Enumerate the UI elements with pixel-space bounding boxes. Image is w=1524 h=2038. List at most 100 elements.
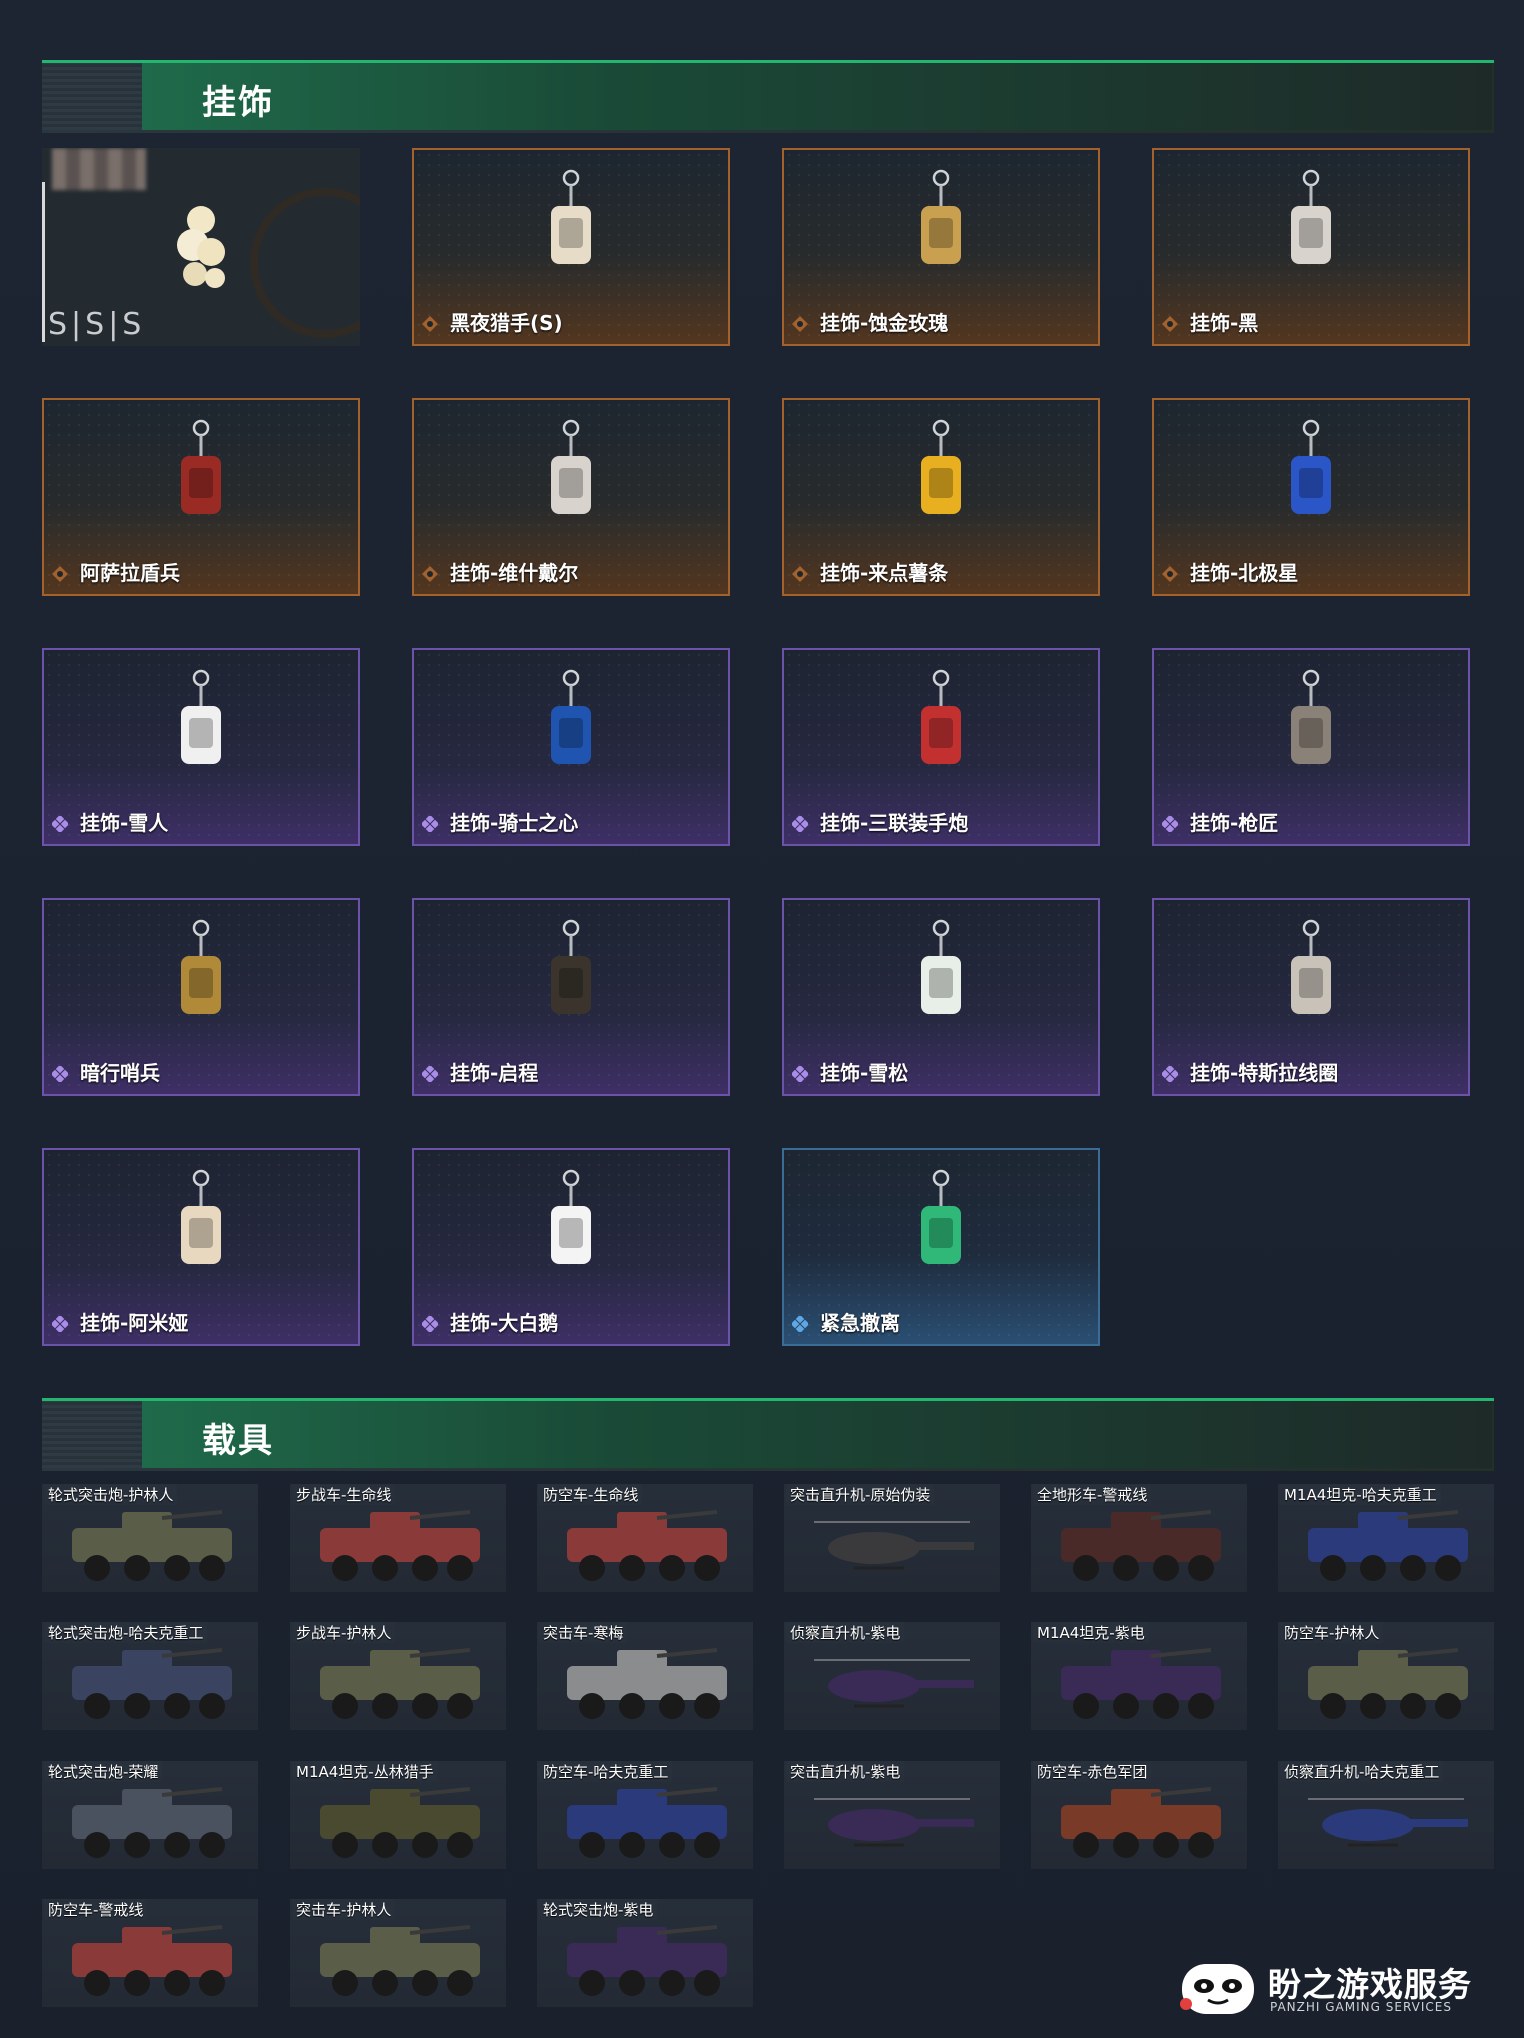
charm-compass-icon	[551, 919, 591, 1014]
charm-card[interactable]: 暗行哨兵	[42, 898, 360, 1096]
charm-tree-icon	[921, 919, 961, 1014]
vehicle-label: 防空车-护林人	[1280, 1622, 1384, 1643]
charm-card[interactable]: 挂饰-骑士之心	[412, 648, 730, 846]
rarity-purple-icon	[1162, 1066, 1178, 1082]
vehicle-icon	[320, 1510, 480, 1581]
charm-card[interactable]: 挂饰-维什戴尔	[412, 398, 730, 596]
vehicle-card[interactable]: M1A4坦克-紫电	[1031, 1622, 1247, 1730]
vehicle-card[interactable]: 轮式突击炮-紫电	[537, 1899, 753, 2007]
vehicle-icon	[72, 1787, 232, 1858]
charm-card[interactable]: 挂饰-雪松	[782, 898, 1100, 1096]
vehicle-card[interactable]: 突击车-护林人	[290, 1899, 506, 2007]
vehicle-card[interactable]: 轮式突击炮-哈夫克重工	[42, 1622, 258, 1730]
charm-star-icon	[1291, 419, 1331, 514]
charm-card[interactable]: 挂饰-枪匠	[1152, 648, 1470, 846]
charm-card[interactable]: 挂饰-阿米娅	[42, 1148, 360, 1346]
vehicle-label: M1A4坦克-哈夫克重工	[1280, 1484, 1441, 1505]
vehicle-card[interactable]: 防空车-哈夫克重工	[537, 1761, 753, 1869]
charm-fluffy-icon	[177, 206, 225, 288]
vehicle-card[interactable]: 突击直升机-紫电	[784, 1761, 1000, 1869]
vehicle-label: M1A4坦克-紫电	[1033, 1622, 1149, 1643]
charm-label: 挂饰-骑士之心	[450, 811, 579, 835]
charm-card[interactable]: 挂饰-来点薯条	[782, 398, 1100, 596]
charm-card[interactable]: 挂饰-黑	[1152, 148, 1470, 346]
vehicle-label: 轮式突击炮-荣耀	[44, 1761, 163, 1782]
rarity-orange-icon	[1162, 316, 1178, 332]
vehicle-icon	[567, 1648, 727, 1719]
vehicle-icon	[567, 1510, 727, 1581]
featured-charm-card[interactable]: S|S|S	[42, 148, 360, 346]
charm-coil-icon	[1291, 919, 1331, 1014]
charm-label: 挂饰-阿米娅	[80, 1311, 189, 1335]
charm-knight-icon	[551, 669, 591, 764]
rarity-orange-icon	[422, 566, 438, 582]
logo-name: 盼之游戏服务	[1268, 1965, 1472, 2004]
charm-card[interactable]: 阿萨拉盾兵	[42, 398, 360, 596]
charm-card[interactable]: 紧急撤离	[782, 1148, 1100, 1346]
vehicle-card[interactable]: 全地形车-警戒线	[1031, 1484, 1247, 1592]
charm-label: 挂饰-特斯拉线圈	[1190, 1061, 1339, 1085]
charm-amiya-icon	[181, 1169, 221, 1264]
rarity-purple-icon	[422, 1066, 438, 1082]
emblem-icon	[250, 188, 360, 338]
vehicle-label: 防空车-生命线	[539, 1484, 643, 1505]
card-edge-line	[42, 182, 45, 342]
vehicle-card[interactable]: 突击直升机-原始伪装	[784, 1484, 1000, 1592]
charm-card[interactable]: 挂饰-大白鹅	[412, 1148, 730, 1346]
charm-label: 紧急撤离	[820, 1311, 900, 1335]
charm-hunter-icon	[551, 169, 591, 264]
vehicle-label: 侦察直升机-紫电	[786, 1622, 905, 1643]
vehicle-card[interactable]: 步战车-生命线	[290, 1484, 506, 1592]
vehicle-card[interactable]: 防空车-护林人	[1278, 1622, 1494, 1730]
charm-tag-icon	[1291, 169, 1331, 264]
vehicle-card[interactable]: 步战车-护林人	[290, 1622, 506, 1730]
rarity-purple-icon	[792, 1066, 808, 1082]
charm-label: 挂饰-大白鹅	[450, 1311, 559, 1335]
charm-card[interactable]: 挂饰-蚀金玫瑰	[782, 148, 1100, 346]
vehicle-icon	[1308, 1648, 1468, 1719]
featured-sss-text: S|S|S	[48, 307, 146, 342]
vehicle-icon	[1308, 1510, 1468, 1581]
charm-card[interactable]: 挂饰-三联装手炮	[782, 648, 1100, 846]
vehicle-label: 侦察直升机-哈夫克重工	[1280, 1761, 1444, 1782]
charm-label: 挂饰-枪匠	[1190, 811, 1279, 835]
vehicle-card[interactable]: 防空车-赤色军团	[1031, 1761, 1247, 1869]
charm-card[interactable]: 黑夜猎手(S)	[412, 148, 730, 346]
vehicle-card[interactable]: 防空车-警戒线	[42, 1899, 258, 2007]
vehicle-icon	[567, 1787, 727, 1858]
vehicle-card[interactable]: 防空车-生命线	[537, 1484, 753, 1592]
vehicle-label: 防空车-警戒线	[44, 1899, 148, 1920]
charm-card[interactable]: 挂饰-雪人	[42, 648, 360, 846]
charm-label: 挂饰-三联装手炮	[820, 811, 969, 835]
rarity-blue-icon	[792, 1316, 808, 1332]
rarity-purple-icon	[52, 1316, 68, 1332]
rarity-purple-icon	[52, 816, 68, 832]
vehicle-label: 防空车-赤色军团	[1033, 1761, 1152, 1782]
vehicle-card[interactable]: M1A4坦克-哈夫克重工	[1278, 1484, 1494, 1592]
vehicle-label: M1A4坦克-丛林猎手	[292, 1761, 438, 1782]
charm-card[interactable]: 挂饰-特斯拉线圈	[1152, 898, 1470, 1096]
rarity-purple-icon	[422, 816, 438, 832]
vehicle-card[interactable]: M1A4坦克-丛林猎手	[290, 1761, 506, 1869]
charm-tag-icon	[551, 419, 591, 514]
section-title-charms: 挂饰	[202, 83, 274, 123]
vehicle-card[interactable]: 轮式突击炮-护林人	[42, 1484, 258, 1592]
vehicle-card[interactable]: 轮式突击炮-荣耀	[42, 1761, 258, 1869]
charm-label: 挂饰-黑	[1190, 311, 1259, 335]
vehicle-card[interactable]: 突击车-寒梅	[537, 1622, 753, 1730]
rarity-purple-icon	[422, 1316, 438, 1332]
charm-card[interactable]: 挂饰-北极星	[1152, 398, 1470, 596]
vehicle-label: 全地形车-警戒线	[1033, 1484, 1152, 1505]
vehicle-icon	[567, 1925, 727, 1996]
vehicle-icon	[320, 1925, 480, 1996]
vehicle-label: 突击车-寒梅	[539, 1622, 628, 1643]
vehicle-card[interactable]: 侦察直升机-哈夫克重工	[1278, 1761, 1494, 1869]
charm-sentinel-icon	[181, 919, 221, 1014]
vehicle-icon	[320, 1648, 480, 1719]
rarity-orange-icon	[52, 566, 68, 582]
charm-label: 挂饰-雪人	[80, 811, 169, 835]
vehicle-card[interactable]: 侦察直升机-紫电	[784, 1622, 1000, 1730]
header-title-bg: 挂饰	[142, 63, 1492, 130]
panzhi-logo: 盼之游戏服务 PANZHI GAMING SERVICES	[1178, 1950, 1498, 2026]
charm-card[interactable]: 挂饰-启程	[412, 898, 730, 1096]
